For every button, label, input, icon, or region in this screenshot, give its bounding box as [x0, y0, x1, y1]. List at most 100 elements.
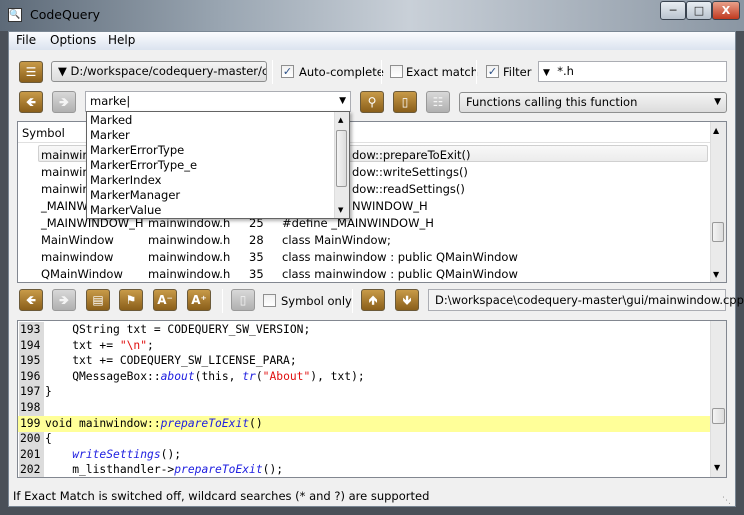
prev-button[interactable]: 🡸 — [19, 289, 43, 311]
menu-file[interactable]: File — [16, 33, 36, 47]
line-cell[interactable]: 28 — [249, 233, 264, 247]
database-path: D:/workspace/codequery-master/cq.db — [70, 64, 266, 78]
open-file-button[interactable]: ▤ — [86, 289, 110, 311]
autocomplete-option[interactable]: Marker — [90, 128, 130, 142]
bookmark-button[interactable]: ⚑ — [119, 289, 143, 311]
scroll-down-icon[interactable]: ▼ — [713, 270, 719, 279]
arrow-left-icon: 🡸 — [26, 293, 36, 307]
line-cell[interactable]: 35 — [249, 250, 264, 264]
line-cell[interactable]: 35 — [249, 267, 264, 281]
code-line: 196 QMessageBox::about(this, tr("About")… — [18, 369, 710, 385]
forward-button[interactable]: 🡺 — [52, 91, 76, 113]
scroll-up-icon[interactable]: ▲ — [338, 116, 343, 124]
code-scrollbar[interactable] — [710, 321, 726, 477]
file-path-display: D:\workspace\codequery-master\gui/mainwi… — [428, 289, 744, 311]
preview-cell[interactable]: class mainwindow : public QMainWindow — [282, 267, 518, 281]
decrease-font-button[interactable]: A⁻ — [153, 289, 177, 311]
code-token: "\n" — [119, 338, 148, 352]
autocomplete-option[interactable]: MarkerValue — [90, 203, 161, 217]
query-type-select[interactable]: Functions calling this function ▼ — [459, 92, 727, 113]
database-select[interactable]: ▼ D:/workspace/codequery-master/cq.db — [51, 61, 267, 82]
menu-help[interactable]: Help — [108, 33, 135, 47]
hierarchy-icon: ☷ — [432, 95, 444, 109]
code-token: prepareToExit — [160, 416, 250, 430]
preview-cell[interactable]: class mainwindow : public QMainWindow — [282, 250, 518, 264]
resize-grip-icon[interactable]: ⋱ — [722, 496, 731, 506]
line-number: 199 — [20, 416, 41, 430]
search-button[interactable]: ⚲ — [360, 91, 384, 113]
symbol-only-checkbox[interactable] — [263, 294, 276, 307]
scroll-down-icon[interactable]: ▼ — [714, 463, 720, 472]
code-token: "About" — [262, 369, 311, 383]
symbol-cell[interactable]: QMainWindow — [41, 267, 123, 281]
scrollbar-thumb[interactable] — [712, 408, 725, 424]
arrow-left-icon: 🡸 — [26, 95, 36, 109]
code-line: 195 txt += CODEQUERY_SW_LICENSE_PARA; — [18, 353, 710, 369]
code-token: { — [45, 432, 52, 446]
open-database-button[interactable]: ☰ — [19, 61, 43, 83]
symbol-cell[interactable]: MainWindow — [41, 233, 114, 247]
next-button[interactable]: 🡺 — [52, 289, 76, 311]
line-number: 196 — [20, 369, 41, 383]
menu-options[interactable]: Options — [50, 33, 96, 47]
autocomplete-option[interactable]: MarkerErrorType_e — [90, 158, 197, 172]
autocomplete-option[interactable]: MarkerErrorType — [90, 143, 184, 157]
code-token: about — [160, 369, 195, 383]
preview-cell[interactable]: dow::prepareToExit() — [352, 148, 470, 162]
code-token: (); — [160, 447, 182, 461]
filter-input[interactable]: ▼ *.h — [538, 61, 727, 82]
autocomplete-option[interactable]: MarkerIndex — [90, 173, 161, 187]
scroll-up-button[interactable]: 🡹 — [361, 289, 385, 311]
increase-font-button[interactable]: A⁺ — [187, 289, 211, 311]
code-viewer[interactable]: 193 QString txt = CODEQUERY_SW_VERSION; 1… — [17, 320, 727, 478]
preview-cell[interactable]: class MainWindow; — [282, 233, 391, 247]
back-button[interactable]: 🡸 — [19, 91, 43, 113]
autocomplete-option[interactable]: Marked — [90, 113, 132, 127]
arrow-down-icon: 🡻 — [402, 293, 412, 307]
preview-cell[interactable]: dow::readSettings() — [352, 182, 465, 196]
code-token: writeSettings — [72, 447, 161, 461]
scroll-down-button[interactable]: 🡻 — [395, 289, 419, 311]
search-input[interactable]: marke| ▼ — [85, 91, 351, 112]
close-button[interactable]: X — [712, 1, 740, 20]
symbol-cell[interactable]: mainwindow — [41, 250, 113, 264]
autocomplete-option[interactable]: MarkerManager — [90, 188, 180, 202]
dropdown-arrow-icon[interactable]: ▼ — [339, 92, 346, 111]
symbol-cell[interactable]: mainwin — [41, 148, 90, 162]
scrollbar-thumb[interactable] — [336, 130, 347, 187]
exact-match-label: Exact match — [406, 65, 478, 79]
autocomplete-checkbox[interactable]: ✓ — [281, 65, 294, 78]
clipboard-icon: ▯ — [401, 95, 409, 109]
file-cell[interactable]: mainwindow.h — [148, 267, 230, 281]
copy-button[interactable]: ▯ — [231, 289, 255, 311]
minimize-button[interactable]: ─ — [660, 1, 686, 20]
divider — [381, 60, 382, 84]
maximize-button[interactable]: □ — [686, 1, 712, 20]
dropdown-arrow-icon: ▼ — [543, 68, 550, 78]
scroll-down-icon[interactable]: ▼ — [338, 206, 343, 214]
exact-match-checkbox[interactable] — [390, 65, 403, 78]
graph-button[interactable]: ☷ — [426, 91, 450, 113]
symbol-cell[interactable]: mainwin — [41, 182, 90, 196]
code-line: 193 QString txt = CODEQUERY_SW_VERSION; — [18, 322, 710, 338]
symbol-cell[interactable]: _MAINW — [41, 199, 88, 213]
file-cell[interactable]: mainwindow.h — [148, 233, 230, 247]
window-title: CodeQuery — [30, 7, 100, 22]
clipboard-button[interactable]: ▯ — [393, 91, 417, 113]
column-header-symbol[interactable]: Symbol — [22, 126, 65, 140]
query-type-value: Functions calling this function — [466, 95, 638, 109]
code-line: 202 m_listhandler->prepareToExit(); — [18, 462, 710, 477]
results-scrollbar[interactable] — [710, 122, 726, 282]
file-cell[interactable]: mainwindow.h — [148, 250, 230, 264]
preview-cell[interactable]: NWINDOW_H — [352, 199, 428, 213]
preview-cell[interactable]: dow::writeSettings() — [352, 165, 468, 179]
scrollbar-thumb[interactable] — [712, 222, 724, 242]
code-token: ), txt); — [310, 369, 365, 383]
dropdown-arrow-icon: ▼ — [58, 64, 67, 78]
title-bar — [0, 0, 744, 31]
scroll-up-icon[interactable]: ▲ — [713, 126, 719, 135]
filter-checkbox[interactable]: ✓ — [486, 65, 499, 78]
symbol-cell[interactable]: mainwin — [41, 165, 90, 179]
line-number: 198 — [20, 401, 41, 414]
line-number: 194 — [20, 338, 41, 352]
